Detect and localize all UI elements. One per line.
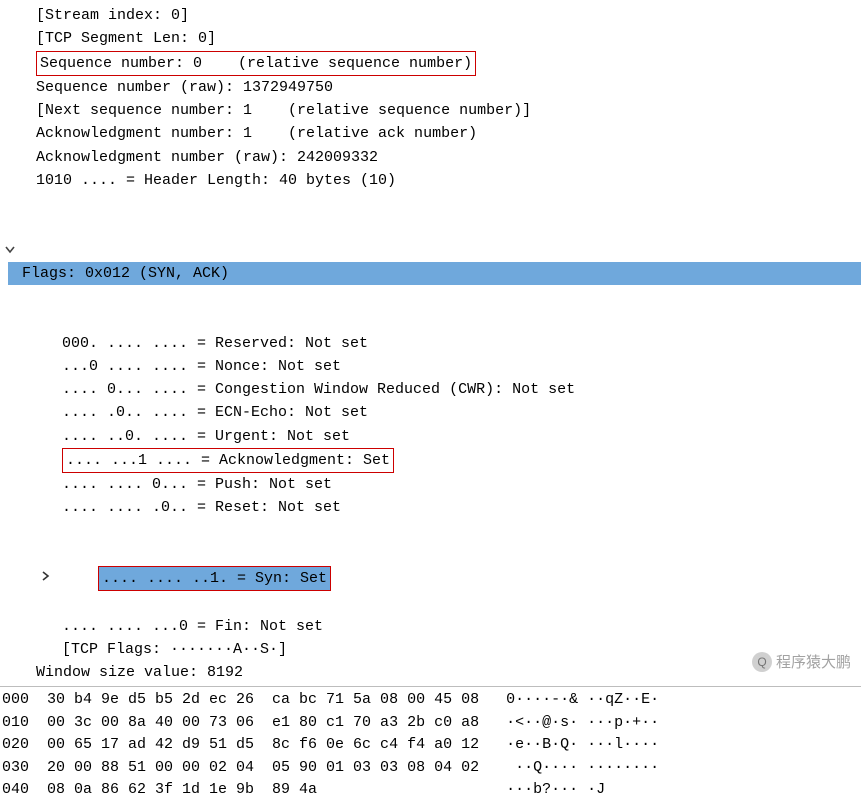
field-seq-relative[interactable]: Sequence number: 0 (relative sequence nu… xyxy=(0,51,861,76)
selected-row: .... .... ..1. = Syn: Set xyxy=(98,566,331,591)
field-flags-summary[interactable]: Flags: 0x012 (SYN, ACK) xyxy=(0,192,861,332)
flag-syn[interactable]: .... .... ..1. = Syn: Set xyxy=(0,520,861,615)
chevron-down-icon[interactable] xyxy=(4,197,16,209)
highlight-box: .... .... ..1. = Syn: Set xyxy=(98,566,331,591)
field-tcp-seg-len[interactable]: [TCP Segment Len: 0] xyxy=(0,27,861,50)
field-next-seq[interactable]: [Next sequence number: 1 (relative seque… xyxy=(0,99,861,122)
selected-row: Flags: 0x012 (SYN, ACK) xyxy=(8,262,861,285)
hex-row[interactable]: 020 00 65 17 ad 42 d9 51 d5 8c f6 0e 6c … xyxy=(0,734,861,757)
packet-details-pane[interactable]: [Stream index: 0] [TCP Segment Len: 0] S… xyxy=(0,0,861,686)
flag-reserved[interactable]: 000. .... .... = Reserved: Not set xyxy=(0,332,861,355)
field-seq-raw[interactable]: Sequence number (raw): 1372949750 xyxy=(0,76,861,99)
flag-cwr[interactable]: .... 0... .... = Congestion Window Reduc… xyxy=(0,378,861,401)
flag-fin[interactable]: .... .... ...0 = Fin: Not set xyxy=(0,615,861,638)
field-window-size[interactable]: Window size value: 8192 xyxy=(0,661,861,684)
flag-reset[interactable]: .... .... .0.. = Reset: Not set xyxy=(0,496,861,519)
field-stream-index[interactable]: [Stream index: 0] xyxy=(0,4,861,27)
flag-ecn-echo[interactable]: .... .0.. .... = ECN-Echo: Not set xyxy=(0,401,861,424)
chevron-right-icon[interactable] xyxy=(40,524,52,536)
flag-urgent[interactable]: .... ..0. .... = Urgent: Not set xyxy=(0,425,861,448)
field-header-length[interactable]: 1010 .... = Header Length: 40 bytes (10) xyxy=(0,169,861,192)
hex-dump-pane[interactable]: 000 30 b4 9e d5 b5 2d ec 26 ca bc 71 5a … xyxy=(0,687,861,806)
hex-row[interactable]: 010 00 3c 00 8a 40 00 73 06 e1 80 c1 70 … xyxy=(0,712,861,735)
flag-ack[interactable]: .... ...1 .... = Acknowledgment: Set xyxy=(0,448,861,473)
hex-row[interactable]: 000 30 b4 9e d5 b5 2d ec 26 ca bc 71 5a … xyxy=(0,689,861,712)
highlight-box: Sequence number: 0 (relative sequence nu… xyxy=(36,51,476,76)
flag-tcp-flags-summary[interactable]: [TCP Flags: ·······A··S·] xyxy=(0,638,861,661)
flag-nonce[interactable]: ...0 .... .... = Nonce: Not set xyxy=(0,355,861,378)
hex-row[interactable]: 040 08 0a 86 62 3f 1d 1e 9b 89 4a ···b?·… xyxy=(0,779,861,802)
highlight-box: .... ...1 .... = Acknowledgment: Set xyxy=(62,448,394,473)
field-ack-relative[interactable]: Acknowledgment number: 1 (relative ack n… xyxy=(0,122,861,145)
hex-row[interactable]: 030 20 00 88 51 00 00 02 04 05 90 01 03 … xyxy=(0,757,861,780)
flag-push[interactable]: .... .... 0... = Push: Not set xyxy=(0,473,861,496)
field-ack-raw[interactable]: Acknowledgment number (raw): 242009332 xyxy=(0,146,861,169)
